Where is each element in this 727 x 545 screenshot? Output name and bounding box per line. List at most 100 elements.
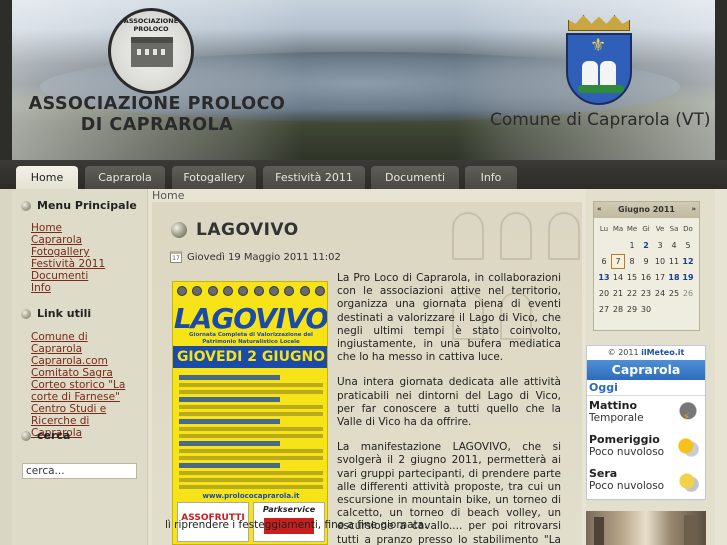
calendar-weekday: Sa — [669, 225, 679, 233]
weather-row-evening: Sera Poco nuvoloso — [587, 464, 705, 498]
calendar-header: « Giugno 2011 » — [594, 202, 699, 218]
street-photo[interactable] — [586, 511, 706, 545]
article-date: Giovedì 19 Maggio 2011 11:02 — [187, 251, 341, 263]
site-title: ASSOCIAZIONE PROLOCO DI CAPRAROLA — [28, 94, 286, 135]
calendar-day[interactable]: 2 — [639, 238, 653, 253]
link-caprarola-com[interactable]: Caprarola.com — [31, 355, 108, 367]
tab-festivita[interactable]: Festività 2011 — [263, 166, 365, 189]
calendar-day: 8 — [629, 257, 635, 266]
menu-title: Menu Principale — [21, 199, 137, 212]
menu-item-documenti[interactable]: Documenti — [31, 270, 88, 282]
calendar-day: 6 — [601, 257, 607, 266]
event-calendar: « Giugno 2011 » Lu Ma Me Gi Ve Sa Do 1 2 3 4 5 6 7 8 9 1… — [593, 201, 700, 331]
calendar-day: 3 — [657, 241, 663, 250]
article-body: La Pro Loco di Caprarola, in collaborazi… — [337, 272, 561, 545]
calendar-day[interactable]: 18 — [667, 270, 681, 285]
proloco-logo[interactable]: ASSOCIAZIONE PROLOCO — [108, 8, 194, 94]
menu-item-info[interactable]: Info — [31, 282, 51, 294]
calendar-day: 27 — [598, 305, 610, 314]
calendar-next-button[interactable]: » — [691, 205, 696, 213]
calendar-month: Giugno 2011 — [618, 205, 675, 214]
calendar-empty-cell — [611, 238, 625, 253]
article-meta: 17 Giovedì 19 Maggio 2011 11:02 — [170, 251, 341, 263]
calendar-day: 17 — [654, 273, 666, 282]
comune-crest — [562, 15, 636, 107]
calendar-empty-cell — [667, 302, 681, 317]
calendar-day: 16 — [640, 273, 652, 282]
header-banner: ASSOCIAZIONE PROLOCO ASSOCIAZIONE PROLOC… — [0, 0, 727, 160]
calendar-empty-cell — [653, 302, 667, 317]
breadcrumb[interactable]: Home — [152, 189, 184, 202]
main-nav: Home Caprarola Fotogallery Festività 201… — [0, 160, 727, 189]
weather-city[interactable]: Caprarola — [587, 360, 705, 380]
poster-edition: Giornata Completa di Valorizzazione del … — [189, 332, 313, 345]
crown-icon — [568, 15, 630, 31]
calendar-day: 7 — [611, 254, 625, 269]
article-title[interactable]: LAGOVIVO — [196, 220, 299, 240]
calendar-grid: Lu Ma Me Gi Ve Sa Do 1 2 3 4 5 6 7 8 9 10 11 12 13 14 15 16 17 1… — [597, 222, 697, 317]
tab-fotogallery[interactable]: Fotogallery — [172, 166, 256, 189]
tab-caprarola[interactable]: Caprarola — [85, 166, 165, 189]
bullet-icon — [21, 200, 31, 211]
calendar-day: 4 — [671, 241, 677, 250]
calendar-empty-cell — [597, 238, 611, 253]
calendar-day: 10 — [654, 257, 666, 266]
storm-icon — [677, 402, 699, 424]
building-icon — [131, 37, 173, 67]
calendar-day: 5 — [685, 241, 691, 250]
calendar-day: 30 — [640, 305, 652, 314]
link-comitato-sagra[interactable]: Comitato Sagra — [31, 367, 113, 379]
weather-brand[interactable]: © 2011 ilMeteo.it — [587, 346, 705, 360]
calendar-day[interactable]: 19 — [681, 270, 695, 285]
article-paragraph-end: lì riprendere i festeggiamenti, fino a f… — [165, 519, 428, 531]
calendar-day: 22 — [626, 289, 638, 298]
calendar-day: 29 — [626, 305, 638, 314]
links-title: Link utili — [21, 307, 91, 320]
menu-item-fotogallery[interactable]: Fotogallery — [31, 246, 90, 258]
calendar-day: 1 — [629, 241, 635, 250]
event-poster[interactable]: LAGOVIVO Giornata Completa di Valorizzaz… — [172, 281, 328, 545]
calendar-day: 14 — [612, 273, 624, 282]
calendar-weekday: Gi — [642, 225, 650, 233]
menu-item-festivita[interactable]: Festività 2011 — [31, 258, 105, 270]
title-bullet-icon — [171, 222, 187, 238]
link-corteo-storico[interactable]: Corteo storico "La corte di Farnese" — [31, 379, 125, 403]
calendar-weekday: Ma — [612, 225, 624, 233]
poster-date: GIOVEDI 2 GIUGNO 2011 — [173, 346, 327, 387]
calendar-empty-cell — [681, 302, 695, 317]
calendar-day[interactable]: 12 — [681, 254, 695, 269]
calendar-day: 15 — [626, 273, 638, 282]
calendar-weekday: Lu — [599, 225, 609, 233]
article-paragraph: Una intera giornata dedicata alle attivi… — [337, 376, 561, 429]
calendar-icon: 17 — [170, 251, 182, 263]
bullet-icon — [21, 430, 31, 441]
calendar-day: 11 — [668, 257, 680, 266]
weather-widget: © 2011 ilMeteo.it Caprarola Oggi Mattino… — [586, 345, 706, 500]
comune-label: Comune di Caprarola (VT) — [490, 110, 711, 130]
tab-documenti[interactable]: Documenti — [371, 166, 459, 189]
link-comune[interactable]: Comune di Caprarola — [31, 331, 88, 355]
calendar-weekday: Ve — [655, 225, 665, 233]
shield-icon — [566, 33, 632, 105]
calendar-day: 9 — [643, 257, 649, 266]
calendar-day: 21 — [612, 289, 624, 298]
search-input[interactable] — [22, 463, 137, 479]
calendar-day[interactable]: 13 — [597, 270, 611, 285]
menu-item-home[interactable]: Home — [31, 222, 62, 234]
bullet-icon — [21, 308, 31, 319]
main-menu: Home Caprarola Fotogallery Festività 201… — [31, 222, 105, 294]
search-title: cerca — [21, 429, 70, 442]
poster-site: www.prolococaprarola.it — [202, 492, 300, 500]
tab-home[interactable]: Home — [16, 166, 78, 189]
calendar-day: 28 — [612, 305, 624, 314]
links-menu: Comune di Caprarola Caprarola.com Comita… — [31, 331, 141, 439]
calendar-day: 20 — [598, 289, 610, 298]
tab-info[interactable]: Info — [465, 166, 517, 189]
poster-title: LAGOVIVO — [173, 302, 328, 335]
sun-cloud-icon — [677, 436, 699, 458]
moon-cloud-icon — [677, 470, 699, 492]
menu-item-caprarola[interactable]: Caprarola — [31, 234, 82, 246]
calendar-day: 23 — [640, 289, 652, 298]
weather-day: Oggi — [587, 380, 705, 396]
calendar-day: 26 — [682, 289, 694, 298]
